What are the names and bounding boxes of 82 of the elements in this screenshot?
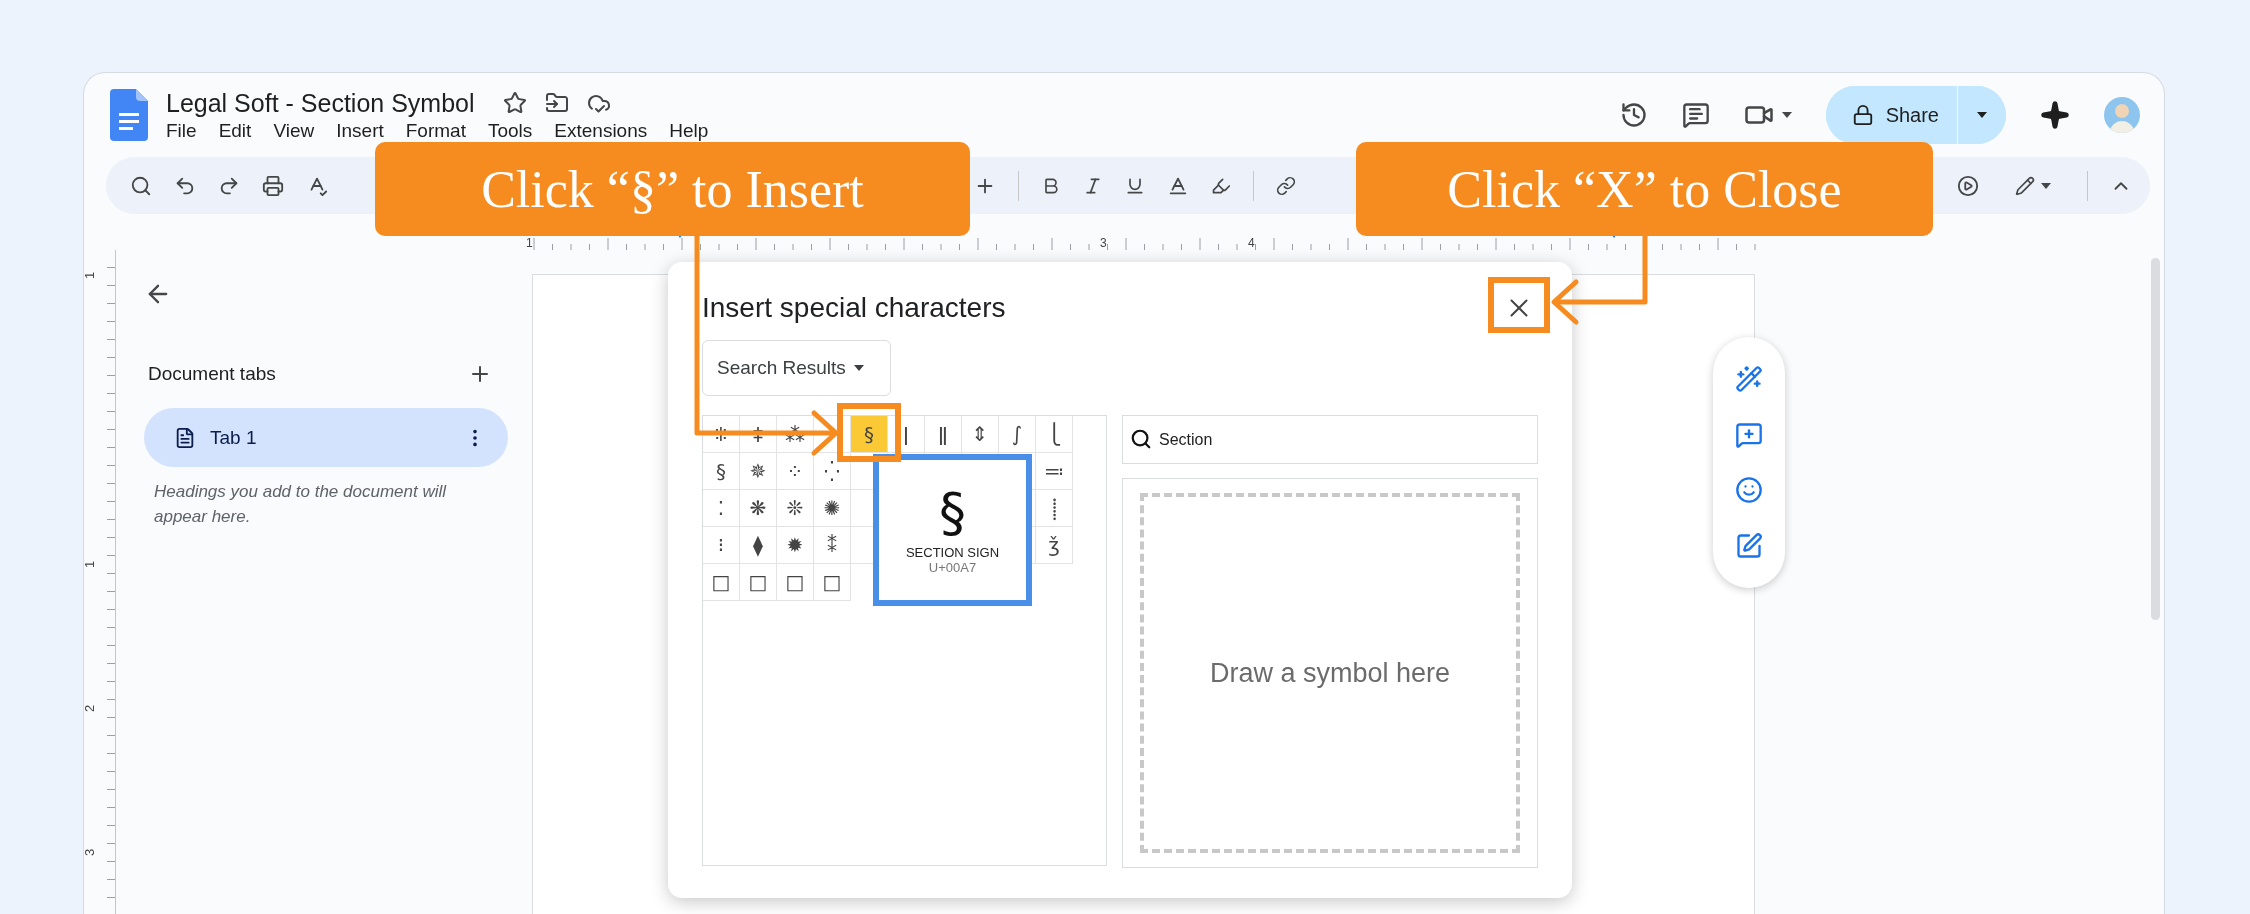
caret-icon[interactable] <box>1781 112 1792 118</box>
history-icon[interactable] <box>1619 101 1648 129</box>
character-cell[interactable]: □ <box>814 564 851 601</box>
star-icon[interactable] <box>502 91 527 115</box>
lock-icon <box>1851 104 1874 126</box>
preview-character: § <box>939 485 966 541</box>
character-cell[interactable]: ⁝ <box>703 527 740 564</box>
scrollbar[interactable] <box>2151 258 2160 620</box>
character-cell[interactable]: ⁘ <box>777 453 814 490</box>
character-cell[interactable]: ⁛ <box>814 453 851 490</box>
character-cell[interactable]: ⇕ <box>962 416 999 453</box>
highlighter-icon[interactable] <box>1211 175 1231 196</box>
menu-item[interactable]: Insert <box>336 119 384 142</box>
character-cell[interactable]: ✹ <box>777 527 814 564</box>
comment-icon[interactable] <box>1681 101 1710 129</box>
share-button[interactable]: Share <box>1825 86 1958 144</box>
character-cell[interactable]: □ <box>703 564 740 601</box>
italic-icon[interactable] <box>1083 175 1103 196</box>
character-cell[interactable]: ǁ <box>925 416 962 453</box>
sidebar-hint: Headings you add to the document will appear here. <box>154 481 448 528</box>
character-name: SECTION SIGN <box>905 545 1000 560</box>
menu-item[interactable]: Tools <box>487 119 533 142</box>
suggest-edit-icon[interactable] <box>1735 532 1763 561</box>
category-dropdown[interactable]: Search Results <box>702 340 891 396</box>
menu-item[interactable]: View <box>273 119 315 142</box>
ruler-label: 1 <box>526 237 533 250</box>
magic-wand-icon[interactable] <box>1735 364 1763 393</box>
document-icon <box>174 426 196 449</box>
menu-item[interactable]: Format <box>405 119 466 142</box>
character-cell[interactable]: ❊ <box>777 490 814 527</box>
drawing-area[interactable]: Draw a symbol here <box>1122 478 1538 868</box>
draw-prompt: Draw a symbol here <box>1209 657 1451 689</box>
add-comment-icon[interactable] <box>1735 420 1763 449</box>
pencil-icon <box>2015 175 2035 196</box>
character-cell[interactable]: ✵ <box>740 453 777 490</box>
docs-logo-icon[interactable] <box>110 89 148 141</box>
caret-icon <box>1977 112 1987 118</box>
sidebar-heading: Document tabs <box>148 363 276 385</box>
search-icon[interactable] <box>130 174 152 197</box>
menu-item[interactable]: Help <box>669 119 709 142</box>
search-icon <box>1130 428 1152 450</box>
character-cell[interactable]: § <box>851 416 888 453</box>
move-folder-icon[interactable] <box>544 91 569 115</box>
document-title[interactable]: Legal Soft - Section Symbol <box>166 88 475 118</box>
character-cell[interactable]: ≕ <box>1036 453 1073 490</box>
character-cell[interactable]: ⁚ <box>703 490 740 527</box>
character-cell[interactable]: ⁑ <box>814 527 851 564</box>
ruler-label: 4 <box>1248 237 1255 250</box>
character-cell[interactable]: ⸽ <box>1036 490 1073 527</box>
character-cell[interactable]: ✺ <box>814 490 851 527</box>
character-code: U+00A7 <box>928 560 977 575</box>
caret-icon <box>853 365 864 371</box>
character-cell[interactable]: ⧫ <box>740 527 777 564</box>
ruler-label: 3 <box>82 848 98 857</box>
menu-item[interactable]: File <box>166 119 197 142</box>
play-icon[interactable] <box>1957 174 1979 197</box>
link-icon[interactable] <box>1276 175 1296 196</box>
character-cell[interactable]: § <box>703 453 740 490</box>
callout-label: Click “X” to Close <box>1356 142 1933 236</box>
print-icon[interactable] <box>262 174 284 197</box>
menu-item[interactable]: Edit <box>218 119 252 142</box>
character-cell[interactable]: ⎩ <box>1036 416 1073 453</box>
document-tab[interactable]: Tab 1 <box>144 408 508 467</box>
highlight-frame <box>837 403 901 462</box>
tab-label: Tab 1 <box>210 426 258 449</box>
ruler-label: 1 <box>82 271 98 280</box>
caret-icon <box>2041 182 2051 189</box>
menu-item[interactable]: Extensions <box>554 119 648 142</box>
callout-label: Click “§” to Insert <box>375 142 970 236</box>
ruler-label: 2 <box>82 704 98 713</box>
highlight-frame <box>1488 277 1550 333</box>
ruler-label: 3 <box>1100 237 1107 250</box>
character-cell[interactable]: □ <box>740 564 777 601</box>
character-cell[interactable]: ❋ <box>740 490 777 527</box>
character-cell[interactable]: ǯ <box>1036 527 1073 564</box>
smiley-icon[interactable] <box>1735 476 1763 505</box>
ruler-label: 1 <box>82 560 98 569</box>
search-field[interactable]: Section <box>1122 415 1538 464</box>
character-cell[interactable]: ∫ <box>999 416 1036 453</box>
sparkle-icon[interactable] <box>2040 100 2070 130</box>
character-cell[interactable]: □ <box>777 564 814 601</box>
dialog-title: Insert special characters <box>702 292 1006 324</box>
